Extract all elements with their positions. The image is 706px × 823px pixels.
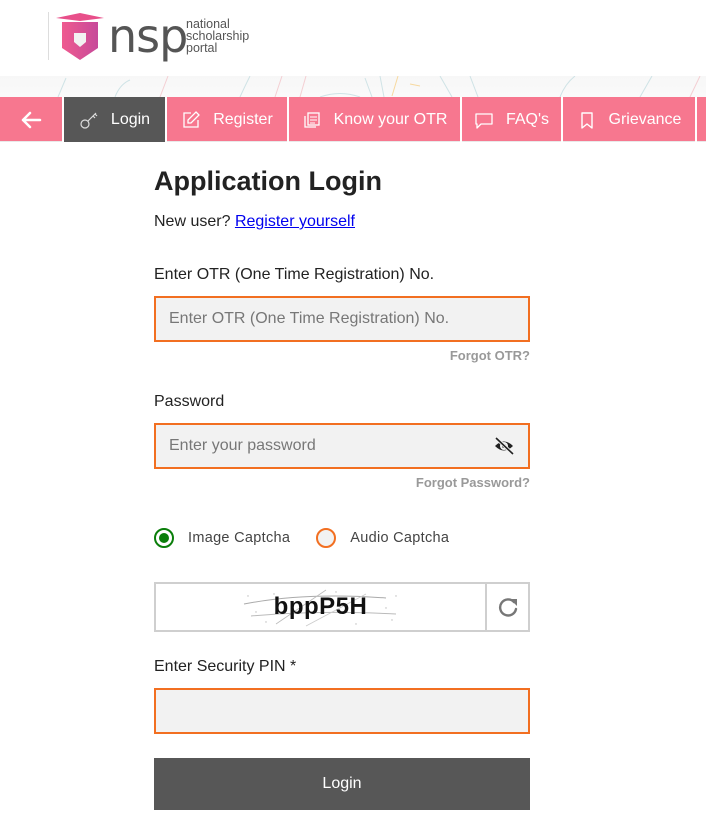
radio-label: Audio Captcha [350, 530, 450, 546]
logo-subtitle: national scholarship portal [186, 18, 249, 55]
audio-captcha-radio[interactable]: Audio Captcha [316, 528, 449, 548]
site-header: nsp national scholarship portal [0, 0, 706, 76]
forgot-password-link[interactable]: Forgot Password? [416, 475, 530, 490]
otr-field [154, 296, 530, 342]
nav-tab-label: FAQ's [505, 110, 550, 128]
otr-input[interactable] [169, 310, 515, 328]
bookmark-icon [577, 110, 597, 130]
radio-label: Image Captcha [188, 530, 291, 546]
logo-subtitle-line: portal [186, 41, 218, 55]
decorative-banner [0, 76, 706, 97]
document-icon [302, 110, 322, 130]
nav-tab-label: Know your OTR [333, 110, 448, 128]
refresh-captcha-button[interactable] [487, 584, 528, 630]
nav-tab-label: Register [213, 110, 273, 128]
otr-label: Enter OTR (One Time Registration) No. [154, 266, 435, 283]
password-input[interactable] [169, 437, 493, 455]
key-icon [79, 110, 99, 130]
logo-text: nsp [108, 9, 188, 63]
security-pin-label: Enter Security PIN * [154, 658, 297, 675]
edit-icon [181, 110, 201, 130]
captcha-image: bppP5H [156, 584, 487, 630]
nsp-logo-icon [56, 13, 104, 60]
nav-tab-label: Login [110, 110, 151, 128]
radio-unselected-indicator [316, 528, 337, 548]
nav-tab-register[interactable]: Register [167, 97, 289, 142]
banner-illustration [57, 76, 701, 97]
arrow-left-icon [21, 111, 42, 128]
forgot-otr-link[interactable]: Forgot OTR? [450, 348, 530, 363]
password-label: Password [154, 393, 225, 410]
nav-tab-know-your-otr[interactable]: Know your OTR [289, 97, 462, 142]
security-pin-field [154, 688, 530, 734]
radio-selected-indicator [154, 528, 174, 548]
nav-tab-faqs[interactable]: FAQ's [462, 97, 563, 142]
captcha-type-selector: Image Captcha Audio Captcha [154, 527, 475, 549]
logo-divider [48, 12, 49, 60]
new-user-prompt: New user? Register yourself [154, 213, 355, 231]
nav-tab-login[interactable]: Login [64, 97, 167, 142]
register-yourself-link[interactable]: Register yourself [235, 213, 355, 230]
chat-bubble-icon [474, 110, 494, 130]
main-nav: Login Register Know your OTR FAQ's Griev… [0, 97, 706, 142]
nav-tab-grievance[interactable]: Grievance [563, 97, 697, 142]
captcha-box: bppP5H [154, 582, 530, 632]
new-user-text: New user? [154, 213, 231, 230]
image-captcha-radio[interactable]: Image Captcha [154, 528, 290, 548]
page-title: Application Login [154, 166, 382, 196]
refresh-icon [498, 598, 517, 617]
eye-slash-icon[interactable] [493, 437, 515, 455]
captcha-text: bppP5H [273, 593, 368, 620]
security-pin-input[interactable] [169, 702, 515, 720]
login-button[interactable]: Login [154, 758, 530, 810]
password-field [154, 423, 530, 469]
nav-tab-label: Grievance [608, 110, 682, 128]
nav-tab-overflow[interactable] [697, 97, 706, 142]
back-button[interactable] [0, 97, 64, 142]
